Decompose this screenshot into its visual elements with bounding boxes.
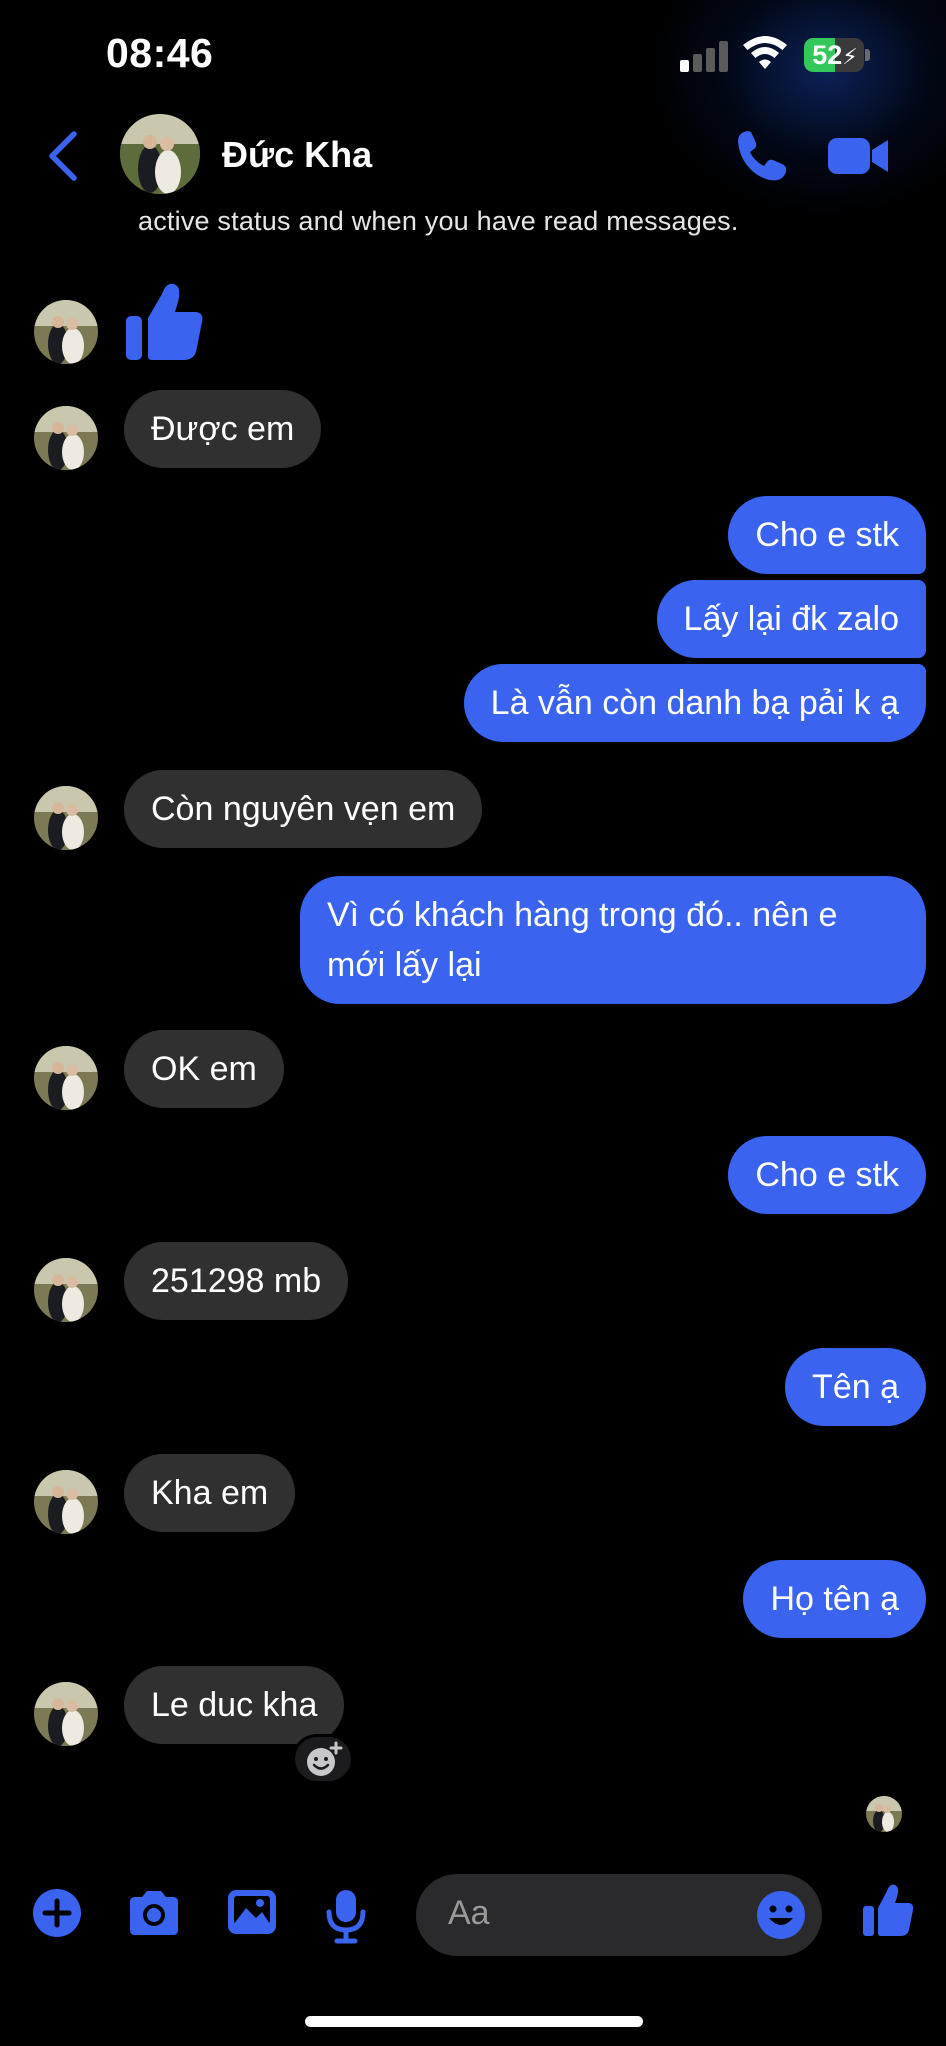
- message-input-placeholder: Aa: [448, 1894, 490, 1932]
- outgoing-message[interactable]: Cho e stk: [728, 496, 926, 574]
- thumbs-up-icon[interactable]: [124, 280, 204, 362]
- charging-bolt-icon: ⚡: [842, 44, 858, 69]
- incoming-message[interactable]: Le duc kha: [124, 1666, 345, 1744]
- incoming-message[interactable]: OK em: [124, 1030, 284, 1108]
- signal-bar: [706, 48, 715, 72]
- outgoing-message[interactable]: Lấy lại đk zalo: [656, 580, 926, 658]
- emoji-add-icon: [307, 1741, 343, 1776]
- contact-avatar-small[interactable]: [34, 1258, 98, 1322]
- add-reaction-button[interactable]: [292, 1734, 354, 1784]
- gallery-icon[interactable]: [226, 1888, 278, 1936]
- cellular-signal-icon: [680, 40, 730, 72]
- seen-indicator-avatar: [866, 1796, 902, 1832]
- outgoing-message[interactable]: Là vẫn còn danh bạ pải k ạ: [463, 664, 926, 742]
- battery-cap: [865, 49, 870, 61]
- chat-header: Đức Kha: [0, 110, 946, 200]
- incoming-message[interactable]: Được em: [124, 390, 322, 468]
- message-input[interactable]: Aa: [416, 1874, 822, 1956]
- message-composer: Aa: [0, 1860, 946, 1970]
- contact-avatar-small[interactable]: [34, 1682, 98, 1746]
- signal-bar: [680, 60, 689, 72]
- incoming-message[interactable]: Còn nguyên vẹn em: [124, 770, 483, 848]
- signal-bar: [719, 41, 728, 72]
- contact-name[interactable]: Đức Kha: [222, 134, 372, 176]
- contact-avatar-small[interactable]: [34, 786, 98, 850]
- battery-icon: 52⚡: [804, 38, 870, 72]
- emoji-icon[interactable]: [756, 1890, 806, 1940]
- contact-avatar-small[interactable]: [34, 1470, 98, 1534]
- messenger-chat-screen: 08:46 52⚡ Đức Kha active status and when…: [0, 0, 946, 2046]
- contact-avatar-small[interactable]: [34, 1046, 98, 1110]
- outgoing-message[interactable]: Tên ạ: [785, 1348, 926, 1426]
- contact-avatar[interactable]: [120, 114, 200, 194]
- incoming-message[interactable]: Kha em: [124, 1454, 296, 1532]
- incoming-message[interactable]: 251298 mb: [124, 1242, 349, 1320]
- status-time: 08:46: [106, 30, 214, 76]
- thumbs-up-icon[interactable]: [862, 1882, 914, 1938]
- camera-icon[interactable]: [126, 1888, 182, 1938]
- signal-bar: [693, 54, 702, 72]
- contact-avatar-small[interactable]: [34, 300, 98, 364]
- home-indicator[interactable]: [305, 2016, 643, 2027]
- outgoing-message[interactable]: Vì có khách hàng trong đó.. nên e mới lấ…: [300, 876, 926, 1004]
- battery-percent-text: 52: [812, 40, 843, 70]
- outgoing-message[interactable]: Họ tên ạ: [743, 1560, 926, 1638]
- wifi-icon: [743, 36, 787, 69]
- status-bar: 08:46 52⚡: [0, 0, 946, 110]
- phone-icon[interactable]: [734, 128, 790, 184]
- privacy-notice: active status and when you have read mes…: [138, 206, 739, 236]
- microphone-icon[interactable]: [324, 1888, 368, 1944]
- chevron-left-icon[interactable]: [44, 130, 84, 182]
- contact-avatar-small[interactable]: [34, 406, 98, 470]
- outgoing-message[interactable]: Cho e stk: [728, 1136, 926, 1214]
- video-camera-icon[interactable]: [828, 132, 890, 180]
- battery-percent: 52⚡: [807, 39, 863, 71]
- plus-icon[interactable]: [32, 1888, 82, 1938]
